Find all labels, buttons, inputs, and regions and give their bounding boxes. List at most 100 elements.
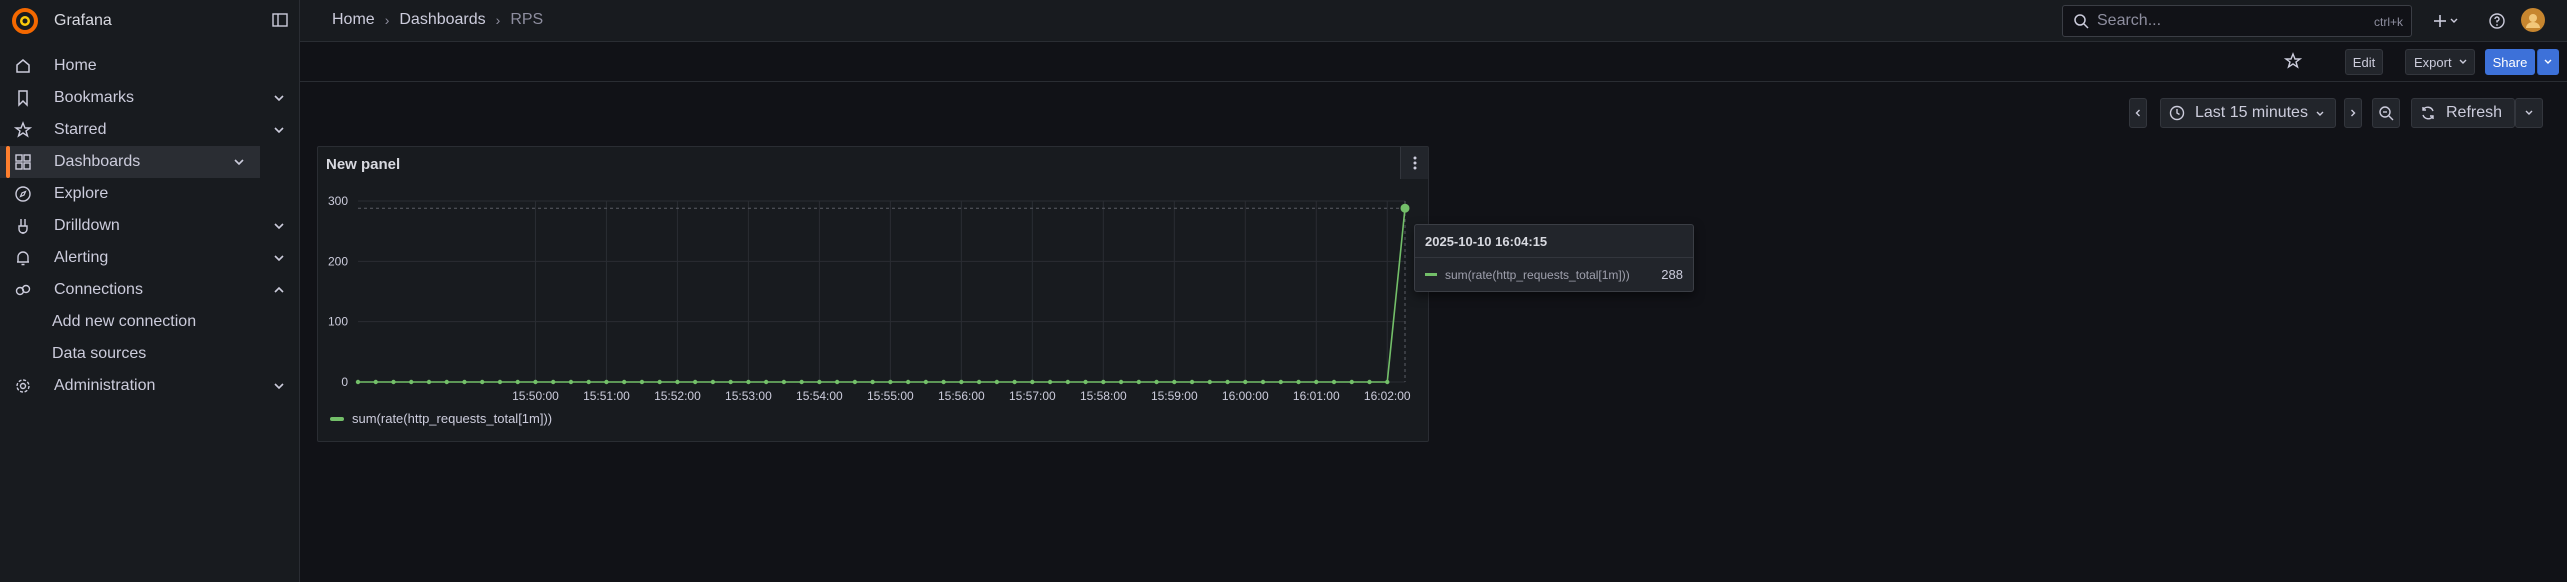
data-point — [1101, 379, 1106, 385]
nav-item-connections[interactable]: Connections — [0, 274, 300, 306]
data-point — [1367, 379, 1372, 385]
y-tick-label: 0 — [341, 375, 348, 389]
nav-label: Drilldown — [54, 217, 120, 234]
tooltip-divider — [1415, 257, 1693, 258]
chevron-down-icon[interactable] — [272, 91, 286, 105]
nav-item-drilldown[interactable]: Drilldown — [0, 210, 300, 242]
dock-menu-icon[interactable] — [272, 12, 288, 28]
chevron-up-icon[interactable] — [272, 283, 286, 297]
avatar[interactable] — [2521, 8, 2545, 32]
data-point — [551, 379, 556, 385]
data-point — [480, 379, 485, 385]
chevron-down-icon — [2459, 59, 2467, 64]
nav-item-administration[interactable]: Administration — [0, 370, 300, 402]
legend-swatch — [330, 416, 344, 421]
data-point — [1331, 379, 1337, 385]
data-point — [639, 379, 645, 385]
nav-label: Home — [54, 57, 97, 74]
chevron-down-icon[interactable] — [272, 379, 286, 393]
x-tick-label: 15:54:00 — [796, 389, 843, 403]
data-point — [1136, 379, 1142, 385]
nav-item-explore[interactable]: Explore — [0, 178, 300, 210]
data-point — [1030, 379, 1035, 385]
x-tick-label: 15:51:00 — [583, 389, 630, 403]
panel-new-panel[interactable]: New panel 0 100 200 300 15:50:00 15:51:00 15:5… — [317, 146, 1429, 442]
nav-label: Starred — [54, 121, 107, 138]
search-placeholder: Search... — [2097, 12, 2162, 29]
link-icon — [15, 284, 31, 296]
data-point — [905, 379, 911, 385]
breadcrumb-home[interactable]: Home — [332, 11, 375, 29]
nav-item-bookmarks[interactable]: Bookmarks — [0, 82, 300, 114]
x-tick-label: 15:56:00 — [938, 389, 985, 403]
x-tick-label: 16:02:00 — [1364, 389, 1411, 403]
nav-item-home[interactable]: Home — [0, 50, 300, 82]
data-point — [834, 379, 840, 385]
breadcrumb-dashboards[interactable]: Dashboards — [399, 11, 485, 29]
refresh-interval-button[interactable] — [2515, 98, 2543, 128]
time-shift-forward-button[interactable] — [2344, 98, 2362, 128]
breadcrumb-current: RPS — [510, 11, 544, 28]
data-point — [1385, 379, 1390, 385]
data-point — [923, 379, 929, 385]
chevron-down-icon — [2544, 59, 2552, 64]
data-point — [799, 379, 804, 385]
search-shortcut: ctrl+k — [2373, 15, 2403, 29]
data-point — [426, 379, 432, 385]
drilldown-icon — [18, 219, 28, 234]
search-input[interactable]: Search... ctrl+k — [2062, 5, 2412, 37]
zoom-out-button[interactable] — [2372, 98, 2400, 128]
chevron-down-icon[interactable] — [272, 123, 286, 137]
x-tick-label: 15:55:00 — [867, 389, 914, 403]
app-name: Grafana — [54, 12, 112, 29]
data-point — [852, 379, 858, 385]
chevron-down-icon[interactable] — [272, 219, 286, 233]
data-point — [781, 379, 787, 385]
tooltip-row: sum(rate(http_requests_total[1m])) 288 — [1425, 267, 1683, 282]
data-point — [1260, 379, 1266, 385]
nav-subitem-add-new-connection[interactable]: Add new connection — [0, 306, 300, 338]
time-shift-back-button[interactable] — [2129, 98, 2147, 128]
x-tick-label: 15:50:00 — [512, 389, 559, 403]
y-tick-label: 100 — [328, 315, 348, 329]
data-point — [1012, 379, 1017, 385]
data-point — [515, 379, 520, 385]
data-point — [976, 379, 982, 385]
nav-item-alerting[interactable]: Alerting — [0, 242, 300, 274]
brand[interactable]: Grafana — [12, 8, 112, 34]
chevron-down-icon[interactable] — [272, 251, 286, 265]
data-point — [444, 379, 449, 385]
chevron-down-icon[interactable] — [2449, 16, 2459, 26]
chevron-down-icon — [2525, 110, 2533, 115]
dashboard-toolbar: Edit Export Share — [300, 42, 2567, 82]
export-label: Export — [2414, 54, 2452, 70]
edit-button[interactable]: Edit — [2345, 49, 2383, 75]
tooltip-value: 288 — [1661, 267, 1683, 282]
time-series-chart[interactable]: 0 100 200 300 15:50:00 15:51:00 15:52:00 15:53:… — [318, 147, 1430, 443]
export-button[interactable]: Export — [2405, 49, 2475, 75]
share-button[interactable]: Share — [2485, 49, 2535, 75]
plus-icon[interactable] — [2431, 12, 2449, 30]
chevron-down-icon — [2316, 111, 2324, 116]
share-menu-button[interactable] — [2537, 49, 2559, 75]
nav-item-dashboards[interactable]: Dashboards — [0, 146, 260, 178]
x-tick-label: 15:58:00 — [1080, 389, 1127, 403]
data-point — [1047, 379, 1053, 385]
data-point — [728, 379, 733, 385]
nav-item-starred[interactable]: Starred — [0, 114, 300, 146]
star-icon[interactable] — [2284, 52, 2302, 70]
nav-subitem-data-sources[interactable]: Data sources — [0, 338, 300, 370]
data-point — [1314, 379, 1319, 385]
chart-legend[interactable]: sum(rate(http_requests_total[1m])) — [330, 411, 552, 426]
chevron-down-icon[interactable] — [232, 155, 246, 169]
home-icon — [16, 59, 30, 73]
breadcrumb-separator: › — [384, 12, 390, 28]
help-icon[interactable] — [2488, 12, 2506, 30]
nav-label: Explore — [54, 185, 109, 202]
data-point — [994, 379, 1000, 385]
time-range-picker[interactable]: Last 15 minutes — [2160, 98, 2336, 128]
data-point — [1189, 379, 1195, 385]
data-point — [462, 379, 467, 385]
data-point — [1296, 379, 1301, 385]
refresh-button[interactable]: Refresh — [2411, 98, 2515, 128]
